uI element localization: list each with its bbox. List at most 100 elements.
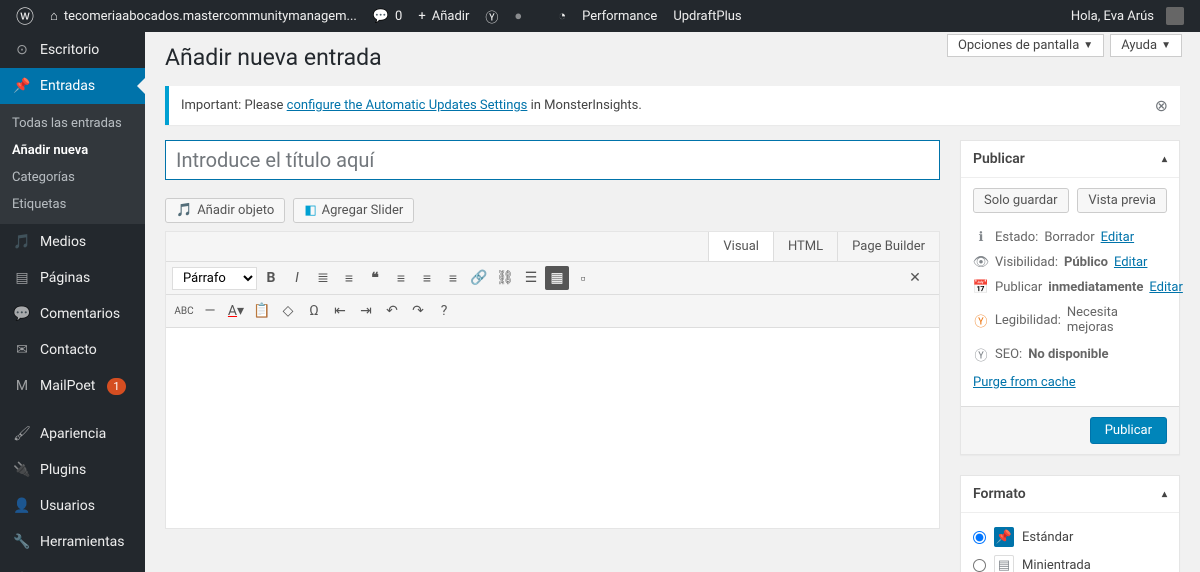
editor: Visual HTML Page Builder Párrafo B I ≣ ≡… [165, 231, 940, 529]
avatar [1166, 7, 1184, 25]
fullscreen-button[interactable]: ✕ [903, 266, 927, 290]
page-icon: ▤ [12, 268, 32, 288]
menu-appearance[interactable]: 🖌Apariencia [0, 416, 145, 452]
bullet-list-button[interactable]: ≣ [311, 266, 335, 290]
add-slider-button[interactable]: ◧Agregar Slider [293, 198, 414, 223]
editor-toolbar-row2: ABC — A ▾ 📋 ◇ Ω ⇤ ⇥ ↶ ↷ ? [166, 295, 939, 328]
editor-textarea[interactable] [166, 328, 939, 528]
submenu-categories[interactable]: Categorías [0, 164, 145, 191]
menu-dashboard[interactable]: ⊙Escritorio [0, 32, 145, 68]
admin-toolbar: ⓦ ⌂tecomeriaabocados.mastercommunitymana… [0, 0, 1200, 32]
dashboard-icon: ⊙ [12, 40, 32, 60]
media-icon: 🎵 [176, 203, 192, 218]
align-left-button[interactable]: ≡ [389, 266, 413, 290]
edit-status-link[interactable]: Editar [1101, 230, 1135, 245]
help-button[interactable]: Ayuda▼ [1110, 34, 1182, 57]
save-draft-button[interactable]: Solo guardar [973, 188, 1069, 213]
submenu-all-posts[interactable]: Todas las entradas [0, 110, 145, 137]
number-list-button[interactable]: ≡ [337, 266, 361, 290]
tab-html[interactable]: HTML [773, 232, 837, 261]
calendar-icon: 📅 [973, 280, 989, 295]
clear-format-button[interactable]: ◇ [276, 299, 300, 323]
user-greeting[interactable]: Hola, Eva Arús [1063, 0, 1192, 32]
submenu-tags[interactable]: Etiquetas [0, 191, 145, 218]
bold-button[interactable]: B [259, 266, 283, 290]
pin-icon: 📌 [994, 527, 1014, 547]
add-media-button[interactable]: 🎵Añadir objeto [165, 198, 285, 223]
aside-icon: ▤ [994, 555, 1014, 572]
paste-text-button[interactable]: 📋 [250, 299, 274, 323]
tab-page-builder[interactable]: Page Builder [837, 232, 939, 261]
eye-icon: 👁 [973, 255, 989, 270]
more-button[interactable]: ☰ [519, 266, 543, 290]
menu-mailpoet[interactable]: MMailPoet1 [0, 368, 145, 404]
menu-media[interactable]: 🎵Medios [0, 224, 145, 260]
redo-button[interactable]: ↷ [406, 299, 430, 323]
new-content-link[interactable]: +Añadir [410, 0, 477, 32]
yoast-icon[interactable]: Ⓨ [477, 0, 506, 32]
post-title-input[interactable] [165, 140, 940, 180]
menu-posts[interactable]: 📌Entradas [0, 68, 145, 104]
menu-pages[interactable]: ▤Páginas [0, 260, 145, 296]
publish-header[interactable]: Publicar▴ [961, 141, 1179, 178]
hr-button[interactable]: — [198, 299, 222, 323]
notice-text: Important: Please configure the Automati… [181, 98, 642, 113]
site-name-link[interactable]: ⌂tecomeriaabocados.mastercommunitymanage… [42, 0, 365, 32]
italic-button[interactable]: I [285, 266, 309, 290]
format-select[interactable]: Párrafo [172, 267, 257, 290]
text-color-button[interactable]: A ▾ [224, 299, 248, 323]
link-button[interactable]: 🔗 [467, 266, 491, 290]
strikethrough-button[interactable]: ABC [172, 299, 196, 323]
help-icon-button[interactable]: ? [432, 299, 456, 323]
media-icon: 🎵 [12, 232, 32, 252]
tab-visual[interactable]: Visual [708, 232, 773, 261]
undo-button[interactable]: ↶ [380, 299, 404, 323]
special-char-button[interactable]: Ω [302, 299, 326, 323]
dot-icon[interactable]: ● [506, 0, 530, 32]
menu-plugins[interactable]: 🔌Plugins [0, 452, 145, 488]
screen-options-button[interactable]: Opciones de pantalla▼ [947, 34, 1104, 57]
chevron-up-icon: ▴ [1162, 154, 1167, 165]
gauge-icon[interactable]: ◔ [550, 0, 574, 32]
plug-icon: 🔌 [12, 460, 32, 480]
menu-settings[interactable]: ⚙Ajustes [0, 560, 145, 572]
format-standard[interactable]: 📌Estándar [973, 523, 1167, 551]
purge-cache-link[interactable]: Purge from cache [973, 369, 1076, 396]
unlink-button[interactable]: ⛓ [493, 266, 517, 290]
tinymce-button[interactable]: ▫ [571, 266, 595, 290]
edit-visibility-link[interactable]: Editar [1114, 255, 1148, 270]
dismiss-icon[interactable]: ⊗ [1155, 96, 1168, 115]
menu-users[interactable]: 👤Usuarios [0, 488, 145, 524]
indent-button[interactable]: ⇥ [354, 299, 378, 323]
admin-sidebar: ⊙Escritorio 📌Entradas Todas las entradas… [0, 32, 145, 572]
publish-box: Publicar▴ Solo guardar Vista previa ℹEst… [960, 140, 1180, 455]
mailpoet-badge: 1 [107, 378, 125, 395]
blockquote-button[interactable]: ❝ [363, 266, 387, 290]
editor-toolbar-row1: Párrafo B I ≣ ≡ ❝ ≡ ≡ ≡ 🔗 ⛓ ☰ ▦ ▫ [166, 262, 939, 295]
align-right-button[interactable]: ≡ [441, 266, 465, 290]
format-radio-aside[interactable] [973, 559, 986, 572]
edit-schedule-link[interactable]: Editar [1149, 280, 1183, 295]
format-radio-standard[interactable] [973, 531, 986, 544]
wp-logo[interactable]: ⓦ [8, 0, 42, 32]
format-aside[interactable]: ▤Minientrada [973, 551, 1167, 572]
notice-link[interactable]: configure the Automatic Updates Settings [287, 98, 528, 113]
slider-icon: ◧ [304, 203, 316, 218]
performance-link[interactable]: Performance [574, 0, 665, 32]
yoast-seo-icon: Ⓨ [973, 345, 989, 364]
menu-tools[interactable]: 🔧Herramientas [0, 524, 145, 560]
wrench-icon: 🔧 [12, 532, 32, 552]
submenu-add-new[interactable]: Añadir nueva [0, 137, 145, 164]
updraft-link[interactable]: UpdraftPlus [665, 0, 749, 32]
preview-button[interactable]: Vista previa [1077, 188, 1167, 213]
toolbar-toggle-button[interactable]: ▦ [545, 266, 569, 290]
menu-comments[interactable]: 💬Comentarios [0, 296, 145, 332]
key-icon: ℹ [973, 230, 989, 245]
format-header[interactable]: Formato▴ [961, 476, 1179, 513]
align-center-button[interactable]: ≡ [415, 266, 439, 290]
outdent-button[interactable]: ⇤ [328, 299, 352, 323]
publish-button[interactable]: Publicar [1090, 417, 1167, 444]
menu-contact[interactable]: ✉Contacto [0, 332, 145, 368]
chevron-up-icon: ▴ [1162, 489, 1167, 500]
comments-link[interactable]: 💬0 [365, 0, 411, 32]
